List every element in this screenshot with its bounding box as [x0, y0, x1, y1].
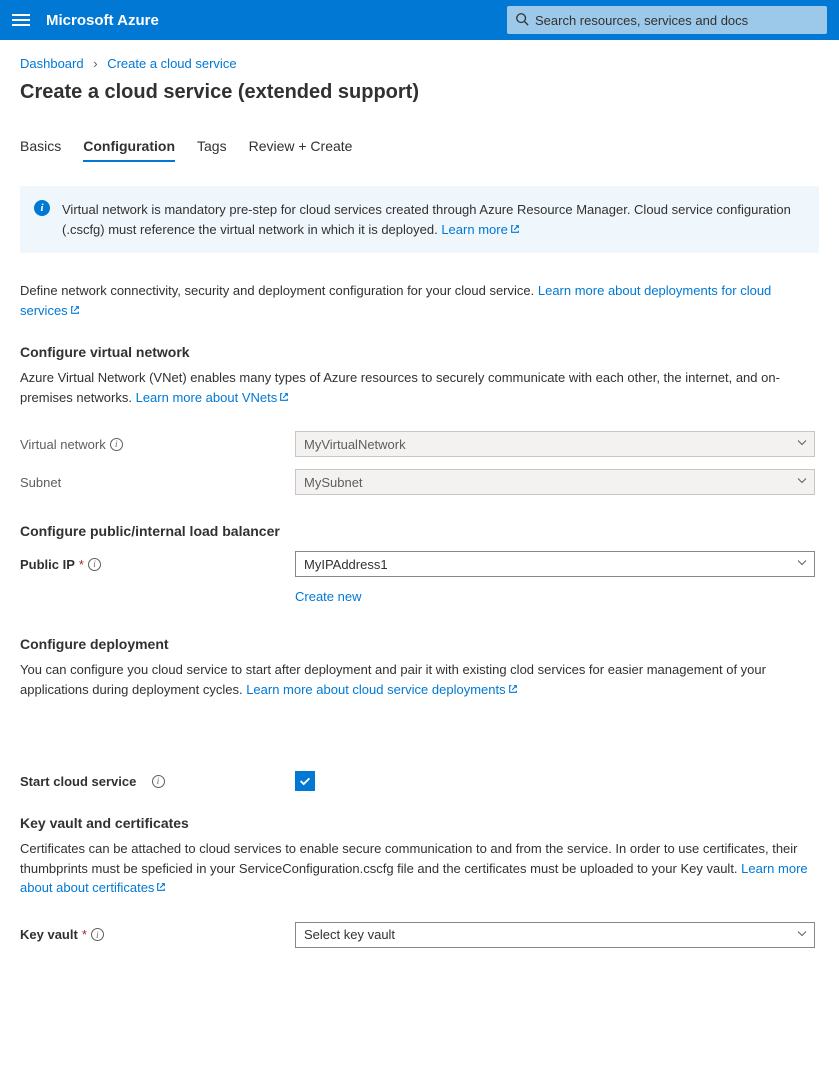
keyvault-label: Key vault * i [20, 927, 295, 942]
page-title: Create a cloud service (extended support… [20, 81, 819, 104]
external-link-icon [508, 680, 518, 690]
section-heading-deploy: Configure deployment [20, 636, 819, 652]
section-heading-keyvault: Key vault and certificates [20, 815, 819, 831]
tab-configuration[interactable]: Configuration [83, 132, 175, 162]
search-box[interactable] [507, 6, 827, 34]
subnet-value: MySubnet [304, 475, 363, 490]
vnet-desc: Azure Virtual Network (VNet) enables man… [20, 368, 819, 407]
keyvault-desc: Certificates can be attached to cloud se… [20, 839, 819, 898]
breadcrumb: Dashboard › Create a cloud service [20, 56, 819, 71]
section-heading-vnet: Configure virtual network [20, 344, 819, 360]
brand-label: Microsoft Azure [46, 12, 159, 29]
virtual-network-label: Virtual network i [20, 437, 295, 452]
tab-basics[interactable]: Basics [20, 132, 61, 162]
hamburger-menu-icon[interactable] [12, 14, 30, 26]
external-link-icon [156, 878, 166, 888]
search-input[interactable] [535, 13, 819, 28]
keyvault-value: Select key vault [304, 927, 395, 942]
top-bar: Microsoft Azure [0, 0, 839, 40]
subnet-label: Subnet [20, 475, 295, 490]
info-icon[interactable]: i [88, 558, 101, 571]
subnet-select: MySubnet [295, 469, 815, 495]
keyvault-select[interactable]: Select key vault [295, 922, 815, 948]
info-icon[interactable]: i [110, 438, 123, 451]
breadcrumb-item[interactable]: Dashboard [20, 56, 84, 71]
banner-learn-more-link[interactable]: Learn more [441, 222, 519, 237]
external-link-icon [279, 388, 289, 398]
external-link-icon [70, 301, 80, 311]
public-ip-value: MyIPAddress1 [304, 557, 388, 572]
chevron-down-icon [796, 557, 808, 572]
tab-review-create[interactable]: Review + Create [249, 132, 353, 162]
search-container [507, 6, 827, 34]
breadcrumb-item[interactable]: Create a cloud service [107, 56, 236, 71]
external-link-icon [510, 220, 520, 230]
deploy-desc: You can configure you cloud service to s… [20, 660, 819, 699]
info-icon[interactable]: i [152, 775, 165, 788]
vnet-learn-more-link[interactable]: Learn more about VNets [136, 390, 290, 405]
deploy-learn-more-link[interactable]: Learn more about cloud service deploymen… [246, 682, 517, 697]
info-icon[interactable]: i [91, 928, 104, 941]
start-cloud-service-checkbox[interactable] [295, 771, 315, 791]
start-cloud-service-label: Start cloud service i [20, 774, 295, 789]
chevron-down-icon [796, 927, 808, 942]
public-ip-label: Public IP * i [20, 557, 295, 572]
chevron-down-icon [796, 437, 808, 452]
intro-text: Define network connectivity, security an… [20, 281, 819, 320]
info-icon: i [34, 200, 50, 216]
banner-text: Virtual network is mandatory pre-step fo… [62, 202, 791, 237]
tabs: Basics Configuration Tags Review + Creat… [20, 132, 819, 162]
virtual-network-value: MyVirtualNetwork [304, 437, 406, 452]
section-heading-lb: Configure public/internal load balancer [20, 523, 819, 539]
info-banner: i Virtual network is mandatory pre-step … [20, 186, 819, 253]
public-ip-select[interactable]: MyIPAddress1 [295, 551, 815, 577]
search-icon [515, 12, 535, 29]
tab-tags[interactable]: Tags [197, 132, 227, 162]
chevron-down-icon [796, 475, 808, 490]
create-new-public-ip-link[interactable]: Create new [295, 589, 361, 604]
virtual-network-select: MyVirtualNetwork [295, 431, 815, 457]
chevron-right-icon: › [93, 56, 97, 71]
